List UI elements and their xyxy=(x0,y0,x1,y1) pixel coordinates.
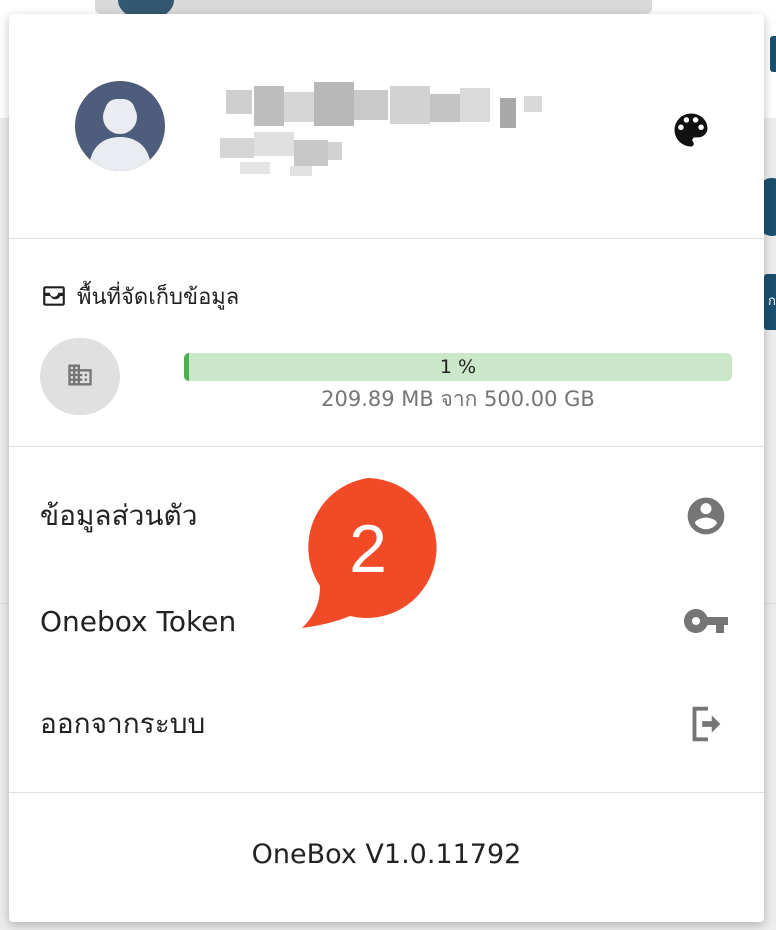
user-avatar-icon[interactable] xyxy=(75,81,165,171)
app-version: OneBox V1.0.11792 xyxy=(251,839,522,870)
storage-usage-text: 209.89 MB จาก 500.00 GB xyxy=(321,387,595,411)
divider xyxy=(9,792,764,793)
divider xyxy=(9,446,764,447)
logout-icon xyxy=(682,700,730,748)
storage-box-icon xyxy=(41,283,67,309)
storage-section-title: พื้นที่จัดเก็บข้อมูล xyxy=(41,276,239,316)
account-menu-panel: พื้นที่จัดเก็บข้อมูล 1 % 209.89 MB จาก 5… xyxy=(9,14,764,922)
step-number: 2 xyxy=(349,511,387,587)
menu-item-label: ออกจากระบบ xyxy=(40,707,206,740)
account-circle-icon xyxy=(682,492,730,540)
storage-percent-label: 1 % xyxy=(439,356,477,378)
redacted-user-info xyxy=(214,82,554,182)
business-storage-chip[interactable] xyxy=(40,338,120,415)
menu-item-logout[interactable]: ออกจากระบบ xyxy=(9,674,764,774)
menu-item-label: ข้อมูลส่วนตัว xyxy=(40,499,198,532)
step-number-callout: 2 xyxy=(296,476,440,632)
storage-progress-bar: 1 % xyxy=(184,353,732,381)
divider xyxy=(9,238,764,239)
storage-title-text: พื้นที่จัดเก็บข้อมูล xyxy=(77,284,240,310)
background-side-button: ก xyxy=(764,274,776,330)
background-top-strip xyxy=(95,0,652,14)
building-icon xyxy=(66,361,94,393)
key-icon xyxy=(682,597,730,645)
background-button xyxy=(770,36,776,72)
palette-icon[interactable] xyxy=(669,108,713,152)
menu-item-label: Onebox Token xyxy=(40,604,237,638)
